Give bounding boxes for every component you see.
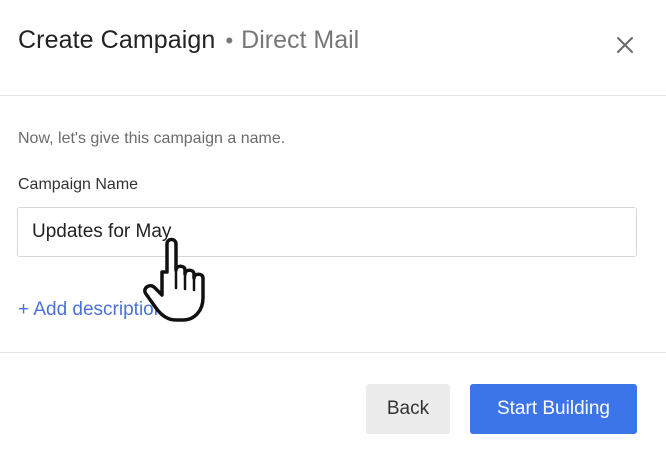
title-separator-dot: •: [225, 28, 234, 53]
close-button[interactable]: [613, 33, 637, 57]
close-icon: [617, 37, 633, 53]
dialog-title: Create Campaign • Direct Mail: [18, 26, 359, 55]
intro-text: Now, let's give this campaign a name.: [18, 130, 286, 147]
back-button[interactable]: Back: [366, 384, 450, 434]
campaign-name-label: Campaign Name: [18, 176, 139, 193]
dialog-title-text: Create Campaign: [18, 26, 216, 54]
campaign-name-input[interactable]: [17, 207, 637, 257]
start-building-button[interactable]: Start Building: [470, 384, 637, 434]
dialog-body: Now, let's give this campaign a name. Ca…: [0, 96, 666, 352]
dialog-header: Create Campaign • Direct Mail: [0, 0, 666, 96]
add-description-link[interactable]: + Add description: [18, 299, 164, 321]
dialog-subtitle: Direct Mail: [241, 26, 360, 54]
dialog-footer: Back Start Building: [0, 352, 666, 458]
create-campaign-dialog: Create Campaign • Direct Mail Now, let's…: [0, 0, 666, 458]
